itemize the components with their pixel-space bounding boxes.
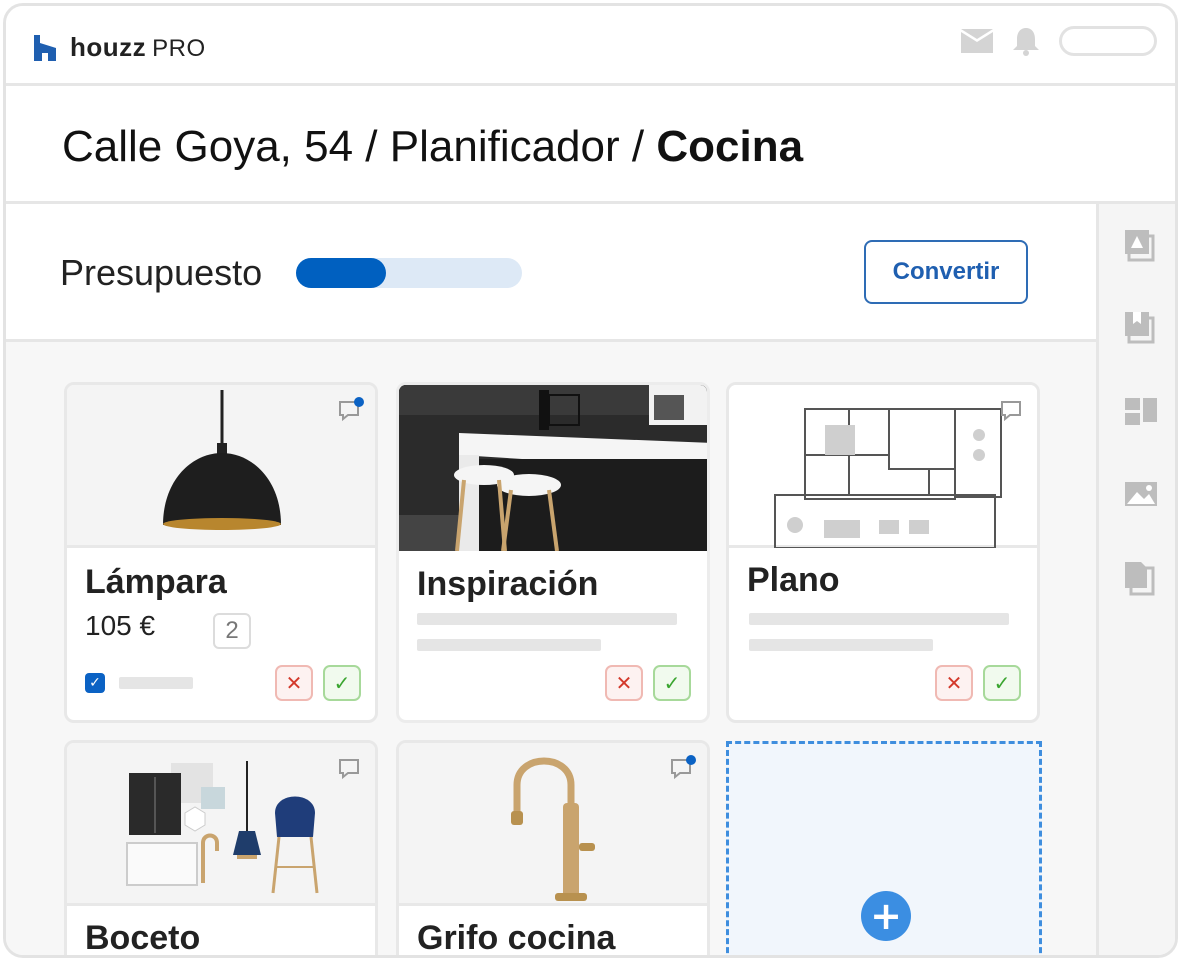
comment-icon[interactable] xyxy=(337,755,365,783)
logo[interactable]: houzz PRO xyxy=(32,32,206,63)
kitchen-photo xyxy=(399,385,707,552)
comment-icon[interactable] xyxy=(337,397,365,425)
card-title: Plano xyxy=(747,561,840,599)
budget-progress-fill xyxy=(296,258,387,288)
add-card-button[interactable]: + xyxy=(861,891,911,941)
breadcrumb-bar: Calle Goya, 54 / Planificador / Cocina xyxy=(6,86,1175,204)
card-title: Boceto xyxy=(85,919,201,957)
bell-icon[interactable] xyxy=(1011,26,1041,56)
floor-plan-image xyxy=(774,408,1002,549)
accept-button[interactable]: ✓ xyxy=(983,665,1021,701)
breadcrumb-separator: / xyxy=(353,122,390,171)
budget-label: Presupuesto xyxy=(60,252,263,293)
card-image xyxy=(67,743,375,906)
comment-icon[interactable] xyxy=(999,397,1027,425)
card-title: Inspiración xyxy=(417,565,599,603)
houzz-logo-icon xyxy=(34,34,56,61)
budget-progress-track xyxy=(296,258,522,288)
reject-button[interactable]: ✕ xyxy=(605,665,643,701)
breadcrumb-separator: / xyxy=(619,122,657,171)
card-plano[interactable]: Plano ✕ ✓ xyxy=(726,382,1040,723)
card-image xyxy=(399,385,707,552)
accept-button[interactable]: ✓ xyxy=(653,665,691,701)
placeholder-line xyxy=(417,639,601,651)
moodboard-image xyxy=(126,761,319,894)
accept-button[interactable]: ✓ xyxy=(323,665,361,701)
add-card-slot[interactable]: + xyxy=(726,741,1042,955)
placeholder-line xyxy=(749,639,933,651)
placeholder-line xyxy=(749,613,1009,625)
reject-button[interactable]: ✕ xyxy=(935,665,973,701)
placeholder-line xyxy=(119,677,193,689)
app-window: houzz PRO Calle Goya, 54 / Planificador /… xyxy=(3,3,1178,958)
breadcrumb-section[interactable]: Planificador xyxy=(390,122,620,171)
quantity-box[interactable]: 2 xyxy=(213,613,251,649)
right-toolbar xyxy=(1096,204,1175,955)
budget-bar: Presupuesto Convertir xyxy=(6,204,1096,342)
select-checkbox[interactable]: ✓ xyxy=(85,673,105,693)
card-grifo-cocina[interactable]: Grifo cocina xyxy=(396,740,710,957)
moodboard-icon[interactable] xyxy=(1123,394,1159,430)
bookmark-icon[interactable] xyxy=(1123,310,1159,346)
card-image xyxy=(399,743,707,906)
image-icon[interactable] xyxy=(1123,476,1159,512)
top-actions xyxy=(961,26,1157,56)
card-image xyxy=(729,385,1037,549)
card-title: Grifo cocina xyxy=(417,919,616,957)
convert-button[interactable]: Convertir xyxy=(864,240,1028,304)
estimate-icon[interactable] xyxy=(1123,228,1159,264)
top-bar: houzz PRO xyxy=(6,6,1175,86)
comment-icon[interactable] xyxy=(669,755,697,783)
document-icon[interactable] xyxy=(1123,560,1159,596)
card-lampara[interactable]: Lámpara 105 € 2 ✓ ✕ ✓ xyxy=(64,382,378,723)
card-title: Lámpara xyxy=(85,563,227,601)
card-price: 105 € xyxy=(85,610,156,641)
faucet-image xyxy=(511,757,595,901)
breadcrumb-current: Cocina xyxy=(656,122,804,171)
brand-name: houzz PRO xyxy=(70,32,206,62)
reject-button[interactable]: ✕ xyxy=(275,665,313,701)
breadcrumb-project[interactable]: Calle Goya, 54 xyxy=(62,122,353,171)
card-boceto[interactable]: Boceto xyxy=(64,740,378,957)
planner-board: Presupuesto Convertir Lámpara 105 € 2 ✓ … xyxy=(6,204,1096,957)
card-image xyxy=(67,385,375,548)
user-menu-pill[interactable] xyxy=(1059,26,1157,56)
pendant-lamp-image xyxy=(163,390,281,530)
mail-icon[interactable] xyxy=(961,29,993,53)
breadcrumb: Calle Goya, 54 / Planificador / Cocina xyxy=(62,122,803,172)
card-inspiracion[interactable]: Inspiración ✕ ✓ xyxy=(396,382,710,723)
placeholder-line xyxy=(417,613,677,625)
